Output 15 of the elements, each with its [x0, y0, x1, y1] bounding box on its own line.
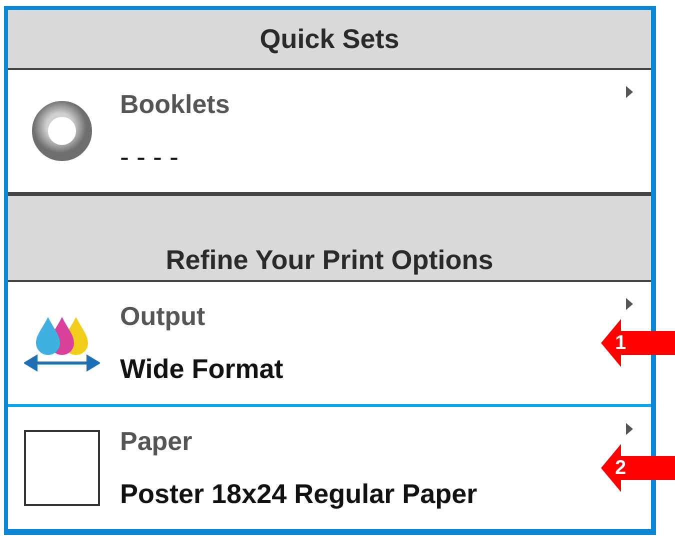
option-label: Booklets	[120, 89, 230, 120]
expand-arrow-icon	[626, 86, 633, 98]
option-value: Wide Format	[120, 354, 284, 385]
ring-icon	[31, 100, 93, 162]
blank-page-icon	[24, 430, 100, 506]
callout-number: 1	[615, 332, 626, 354]
callout-number: 2	[615, 456, 626, 480]
expand-arrow-icon	[626, 298, 633, 310]
expand-arrow-icon	[626, 423, 633, 435]
option-label: Output	[120, 301, 206, 332]
option-value: Poster 18x24 Regular Paper	[120, 479, 478, 510]
option-value: - - - -	[120, 142, 180, 173]
option-label: Paper	[120, 426, 194, 457]
section-title: Quick Sets	[260, 24, 400, 54]
section-title: Refine Your Print Options	[166, 245, 494, 276]
